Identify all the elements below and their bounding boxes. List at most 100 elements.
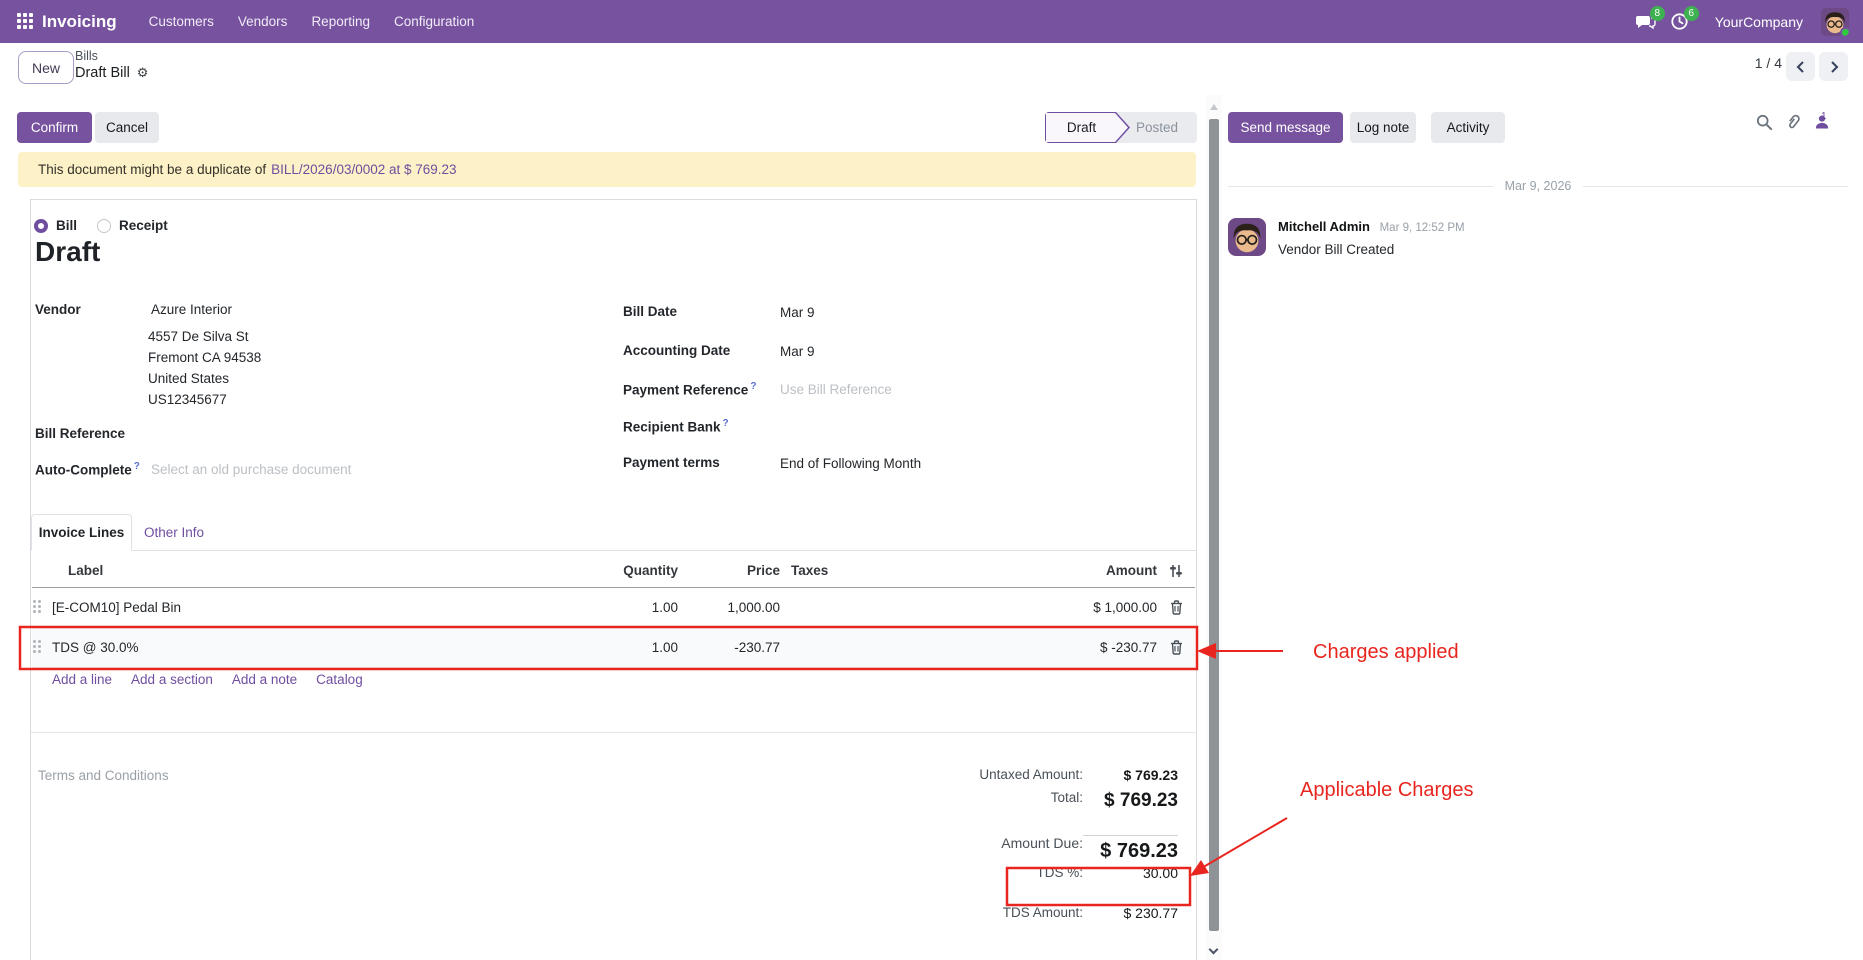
bill-radio[interactable] bbox=[34, 219, 48, 233]
followers-count: 1 bbox=[1821, 111, 1827, 127]
vendor-field[interactable]: Azure Interior bbox=[151, 302, 232, 317]
line-label[interactable]: [E-COM10] Pedal Bin bbox=[52, 600, 538, 615]
auto-complete-field[interactable]: Select an old purchase document bbox=[151, 462, 351, 477]
tab-invoice-lines[interactable]: Invoice Lines bbox=[31, 514, 132, 551]
invoice-line-row[interactable]: [E-COM10] Pedal Bin 1.00 1,000.00 $ 1,00… bbox=[32, 588, 1195, 628]
add-a-line-link[interactable]: Add a line bbox=[52, 672, 112, 687]
pager-next-button[interactable] bbox=[1819, 52, 1848, 81]
messages-badge: 8 bbox=[1650, 6, 1665, 21]
breadcrumb-bills[interactable]: Bills bbox=[75, 49, 148, 63]
catalog-link[interactable]: Catalog bbox=[316, 672, 363, 687]
scrollbar-thumb[interactable] bbox=[1209, 119, 1219, 931]
trash-icon[interactable] bbox=[1170, 640, 1183, 655]
menu-vendors[interactable]: Vendors bbox=[226, 0, 300, 43]
log-note-button[interactable]: Log note bbox=[1350, 112, 1416, 143]
col-header-taxes[interactable]: Taxes bbox=[780, 563, 1007, 578]
duplicate-bill-link[interactable]: BILL/2026/03/0002 at $ 769.23 bbox=[271, 162, 456, 177]
total-label: Total: bbox=[700, 790, 1083, 817]
drag-handle-icon[interactable] bbox=[33, 600, 36, 603]
total-value: $ 769.23 bbox=[1083, 790, 1178, 817]
paperclip-icon[interactable] bbox=[1785, 114, 1802, 131]
app-name[interactable]: Invoicing bbox=[42, 12, 117, 32]
message-avatar[interactable] bbox=[1228, 218, 1266, 256]
chevron-left-icon bbox=[1795, 60, 1807, 74]
bill-radio-label[interactable]: Bill bbox=[56, 218, 77, 233]
drag-handle-icon[interactable] bbox=[33, 640, 36, 643]
receipt-radio-label[interactable]: Receipt bbox=[119, 218, 168, 233]
accounting-date-field[interactable]: Mar 9 bbox=[780, 344, 815, 359]
activities-badge: 6 bbox=[1684, 6, 1699, 21]
scroll-up-arrow-icon[interactable] bbox=[1210, 104, 1218, 110]
add-a-section-link[interactable]: Add a section bbox=[131, 672, 213, 687]
payment-reference-field[interactable]: Use Bill Reference bbox=[780, 382, 892, 397]
avatar-image bbox=[1228, 218, 1266, 256]
send-message-button[interactable]: Send message bbox=[1228, 112, 1343, 143]
state-heading: Draft bbox=[35, 236, 100, 268]
status-posted[interactable]: Posted bbox=[1136, 112, 1178, 143]
trash-icon[interactable] bbox=[1170, 600, 1183, 615]
tab-underline bbox=[31, 550, 1196, 551]
pager-previous-button[interactable] bbox=[1786, 52, 1815, 81]
message-author[interactable]: Mitchell Admin bbox=[1278, 219, 1370, 234]
activities-button[interactable]: 6 bbox=[1667, 9, 1693, 35]
cancel-button[interactable]: Cancel bbox=[95, 112, 159, 143]
statusbar: Draft Posted bbox=[1045, 112, 1197, 143]
col-header-label[interactable]: Label bbox=[52, 563, 538, 578]
add-a-note-link[interactable]: Add a note bbox=[232, 672, 297, 687]
bill-date-field[interactable]: Mar 9 bbox=[780, 305, 815, 320]
message-header: Mitchell Admin Mar 9, 12:52 PM bbox=[1278, 219, 1465, 234]
messages-button[interactable]: 8 bbox=[1633, 9, 1659, 35]
scroll-down-arrow-icon[interactable] bbox=[1209, 945, 1219, 955]
apps-grid-icon[interactable] bbox=[17, 13, 34, 30]
receipt-radio[interactable] bbox=[97, 219, 111, 233]
line-price[interactable]: -230.77 bbox=[678, 640, 780, 655]
recipient-bank-label: Recipient Bank? bbox=[623, 418, 729, 435]
search-icon[interactable] bbox=[1756, 114, 1773, 131]
tab-other-info[interactable]: Other Info bbox=[144, 514, 204, 551]
auto-complete-label: Auto-Complete? bbox=[35, 461, 140, 478]
tds-percent-value: 30.00 bbox=[1083, 865, 1178, 902]
line-price[interactable]: 1,000.00 bbox=[678, 600, 780, 615]
amount-due-value: $ 769.23 bbox=[1083, 835, 1178, 865]
message-body: Vendor Bill Created bbox=[1278, 242, 1394, 257]
pager-count: 1 / 4 bbox=[1755, 55, 1782, 71]
menu-configuration[interactable]: Configuration bbox=[382, 0, 486, 43]
tds-amount-label: TDS Amount: bbox=[700, 905, 1083, 931]
recipient-bank-field[interactable] bbox=[780, 419, 980, 437]
bill-form-sheet: Bill Receipt Draft Vendor Azure Interior… bbox=[30, 199, 1197, 960]
help-icon: ? bbox=[134, 461, 140, 472]
amount-due-label: Amount Due: bbox=[700, 835, 1083, 865]
accounting-date-label: Accounting Date bbox=[623, 343, 730, 358]
line-amount: $ -230.77 bbox=[1007, 640, 1157, 655]
company-switcher[interactable]: YourCompany bbox=[1715, 14, 1803, 30]
bill-date-label: Bill Date bbox=[623, 304, 677, 319]
status-draft[interactable]: Draft bbox=[1045, 112, 1131, 143]
col-header-price[interactable]: Price bbox=[678, 563, 780, 578]
line-amount: $ 1,000.00 bbox=[1007, 600, 1157, 615]
menu-reporting[interactable]: Reporting bbox=[299, 0, 382, 43]
terms-and-conditions-field[interactable]: Terms and Conditions bbox=[38, 768, 169, 783]
warning-text: This document might be a duplicate of bbox=[38, 162, 266, 177]
col-header-amount[interactable]: Amount bbox=[1007, 563, 1157, 578]
tds-percent-label: TDS %: bbox=[700, 865, 1083, 902]
activity-button[interactable]: Activity bbox=[1431, 112, 1505, 143]
duplicate-warning-banner: This document might be a duplicate of BI… bbox=[18, 152, 1196, 187]
optional-columns-icon[interactable] bbox=[1168, 563, 1184, 579]
gear-icon[interactable]: ⚙ bbox=[137, 65, 149, 80]
user-avatar[interactable] bbox=[1821, 8, 1849, 36]
line-quantity[interactable]: 1.00 bbox=[538, 640, 678, 655]
new-button[interactable]: New bbox=[18, 51, 74, 84]
payment-reference-label: Payment Reference? bbox=[623, 381, 756, 398]
payment-terms-field[interactable]: End of Following Month bbox=[780, 456, 921, 471]
confirm-button[interactable]: Confirm bbox=[17, 112, 92, 143]
col-header-quantity[interactable]: Quantity bbox=[538, 563, 678, 578]
invoice-line-row-tds[interactable]: TDS @ 30.0% 1.00 -230.77 $ -230.77 bbox=[32, 628, 1195, 668]
bill-reference-field[interactable] bbox=[151, 426, 451, 444]
untaxed-amount-label: Untaxed Amount: bbox=[700, 767, 1083, 790]
line-label[interactable]: TDS @ 30.0% bbox=[52, 640, 538, 655]
chevron-right-icon bbox=[1828, 60, 1840, 74]
vertical-scrollbar[interactable] bbox=[1206, 95, 1222, 960]
line-quantity[interactable]: 1.00 bbox=[538, 600, 678, 615]
totals-block: Untaxed Amount: $ 769.23 Total: $ 769.23… bbox=[700, 767, 1178, 931]
menu-customers[interactable]: Customers bbox=[137, 0, 226, 43]
